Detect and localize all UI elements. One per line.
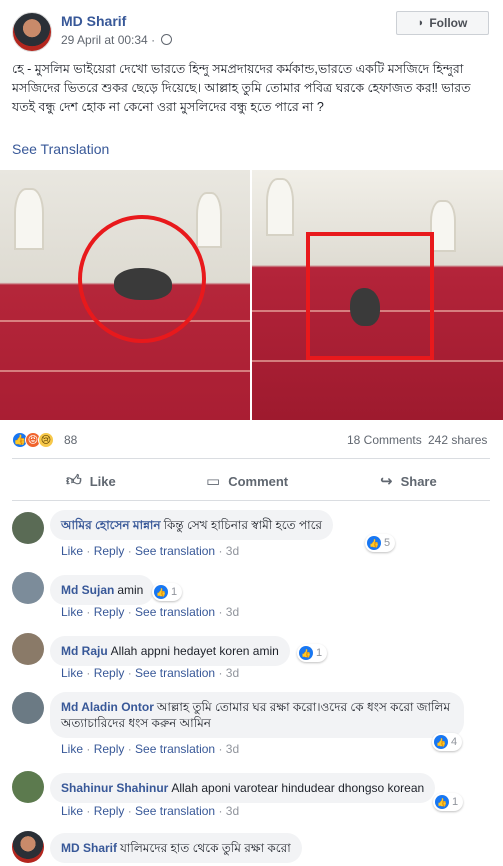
comment-meta: Like · Reply · See translation · 3d <box>61 804 240 818</box>
comment-text: যালিমদের হাত থেকে তুমি রক্ষা করো <box>120 841 291 855</box>
commenter-name[interactable]: Md Aladin Ontor <box>61 700 154 714</box>
comment-age[interactable]: 3d <box>226 666 239 680</box>
comment-label: Comment <box>228 473 289 489</box>
share-arrow-icon: ↪ <box>380 473 393 490</box>
author-avatar[interactable] <box>12 12 52 52</box>
window-shape <box>196 192 222 248</box>
comment-see-translation[interactable]: See translation <box>135 804 215 818</box>
comment-like-count[interactable]: 👍 4 <box>432 733 463 751</box>
comment-bubble: Md Aladin Ontor আল্লাহ তুমি তোমার ঘর রক্ষ… <box>50 692 464 738</box>
comment-like-count[interactable]: 👍 1 <box>433 793 464 811</box>
like-button[interactable]: 👍︎ Like <box>66 470 116 492</box>
comment-text: কিন্তু সেখ হাচিনার স্বামী হতে পারে <box>163 518 323 532</box>
reaction-count[interactable]: 88 <box>64 433 77 447</box>
comment-like-count[interactable]: 👍 1 <box>152 583 183 601</box>
thumbs-up-icon: 👍 <box>435 795 449 809</box>
follow-label: Follow <box>429 16 468 30</box>
thumbs-up-icon: 👍︎ <box>66 472 82 489</box>
globe-icon <box>161 34 173 45</box>
comment-meta: Like · Reply · See translation · 3d <box>61 666 240 680</box>
comment-meta: Like · Reply · See translation · 3d <box>61 605 240 619</box>
thumbs-up-icon: 👍 <box>154 585 168 599</box>
like-label: Like <box>89 473 116 489</box>
comment-button[interactable]: ▭ Comment <box>206 470 288 492</box>
comment-age[interactable]: 3d <box>226 742 239 756</box>
comment-meta: Like · Reply · See translation · 3d <box>61 742 240 756</box>
commenter-avatar[interactable] <box>12 771 44 803</box>
comment-like-number: 5 <box>384 537 391 549</box>
comment-bubble: Shahinur Shahinur Allah aponi varotear hi… <box>50 773 436 803</box>
comment-reply-link[interactable]: Reply <box>94 804 125 818</box>
see-translation-link[interactable]: See Translation <box>12 141 109 157</box>
thumbs-up-icon: 👍 <box>367 536 381 550</box>
window-shape <box>14 188 44 250</box>
commenter-name[interactable]: আমির হোসেন মান্নান <box>61 518 161 532</box>
follow-button[interactable]: ◗ Follow <box>396 11 489 35</box>
post-text: হে - মুসলিম ভাইয়েরা দেখো ভারতে হিন্দু স… <box>12 62 471 114</box>
commenter-name[interactable]: Md Raju <box>61 644 108 658</box>
comment-see-translation[interactable]: See translation <box>135 605 215 619</box>
red-square-annotation <box>306 232 434 360</box>
timestamp-text: 29 April at 00:34 · <box>61 33 159 47</box>
window-shape <box>266 178 294 236</box>
comment-like-count[interactable]: 👍 5 <box>365 534 396 552</box>
commenter-name[interactable]: Shahinur Shahinur <box>61 781 168 795</box>
comment-like-link[interactable]: Like <box>61 544 83 558</box>
post-photo-right[interactable] <box>252 170 503 420</box>
rss-icon: ◗ <box>417 17 425 29</box>
post-photo-left[interactable] <box>0 170 250 420</box>
comment-bubble: MD Sharif যালিমদের হাত থেকে তুমি রক্ষা কর… <box>50 833 302 863</box>
thumbs-up-icon: 👍 <box>434 735 448 749</box>
comment-age[interactable]: 3d <box>226 605 239 619</box>
comment-reply-link[interactable]: Reply <box>94 666 125 680</box>
comment-like-link[interactable]: Like <box>61 605 83 619</box>
share-button[interactable]: ↪ Share <box>380 470 437 492</box>
carpet-stripe <box>252 360 503 362</box>
comment-like-number: 1 <box>316 647 323 659</box>
commenter-avatar[interactable] <box>12 633 44 665</box>
commenter-avatar[interactable] <box>12 572 44 604</box>
speech-bubble-icon: ▭ <box>206 473 221 490</box>
sad-reaction-icon[interactable]: 😢 <box>38 432 54 448</box>
comment-reply-link[interactable]: Reply <box>94 544 125 558</box>
commenter-name[interactable]: MD Sharif <box>61 841 117 855</box>
commenter-name[interactable]: Md Sujan <box>61 583 114 597</box>
commenter-avatar[interactable] <box>12 512 44 544</box>
comment-like-count[interactable]: 👍 1 <box>297 644 328 662</box>
commenter-avatar[interactable] <box>12 692 44 724</box>
comment-like-link[interactable]: Like <box>61 742 83 756</box>
comment-reply-link[interactable]: Reply <box>94 605 125 619</box>
share-label: Share <box>400 473 437 489</box>
comment-text: Allah aponi varotear hindudear dhongso k… <box>171 781 425 795</box>
divider <box>12 500 490 501</box>
comment-like-number: 1 <box>452 796 459 808</box>
carpet-stripe <box>0 370 250 372</box>
commenter-avatar[interactable] <box>12 831 44 863</box>
comment-reply-link[interactable]: Reply <box>94 742 125 756</box>
comment-text: amin <box>117 583 144 597</box>
comment-like-number: 1 <box>171 586 178 598</box>
thumbs-up-icon: 👍 <box>299 646 313 660</box>
comment-bubble: আমির হোসেন মান্নান কিন্তু সেখ হাচিনার স্ব… <box>50 510 334 540</box>
author-name[interactable]: MD Sharif <box>61 13 126 29</box>
shares-count[interactable]: 242 shares <box>428 433 487 447</box>
red-circle-annotation <box>78 215 206 343</box>
comment-meta: Like · Reply · See translation · 3d <box>61 544 240 558</box>
comments-count[interactable]: 18 Comments <box>347 433 422 447</box>
comment-like-number: 4 <box>451 736 458 748</box>
comment-like-link[interactable]: Like <box>61 804 83 818</box>
comment-see-translation[interactable]: See translation <box>135 742 215 756</box>
comment-see-translation[interactable]: See translation <box>135 666 215 680</box>
divider <box>12 458 490 459</box>
comment-bubble: Md Raju Allah appni hedayet koren amin <box>50 636 290 666</box>
comment-bubble: Md Sujan amin <box>50 575 155 605</box>
comment-age[interactable]: 3d <box>226 544 239 558</box>
post-stats: 👍 😡 😢 88 18 Comments 242 shares <box>12 432 490 448</box>
comment-see-translation[interactable]: See translation <box>135 544 215 558</box>
comment-like-link[interactable]: Like <box>61 666 83 680</box>
comment-age[interactable]: 3d <box>226 804 239 818</box>
post-header: MD Sharif 29 April at 00:34 · ◗ Follow <box>0 0 503 52</box>
post-timestamp[interactable]: 29 April at 00:34 · <box>61 33 173 47</box>
comment-text: Allah appni hedayet koren amin <box>110 644 279 658</box>
